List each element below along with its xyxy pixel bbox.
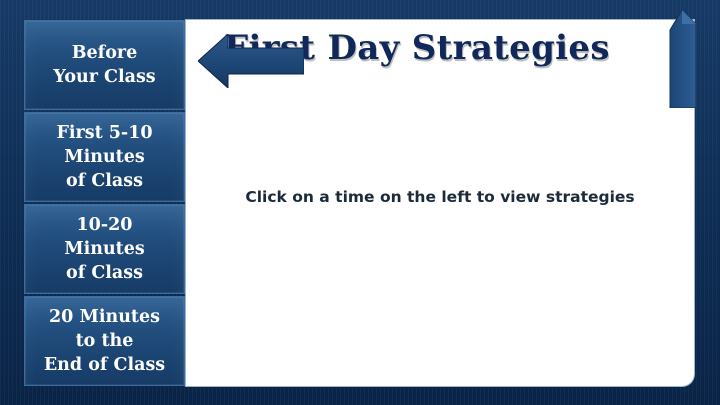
sidebar-item-20-minutes-to-end[interactable]: 20 Minutes to the End of Class	[24, 296, 185, 386]
instruction-text: Click on a time on the left to view stra…	[245, 188, 635, 206]
sidebar-item-10-20-minutes[interactable]: 10-20 Minutes of Class	[24, 204, 185, 294]
left-arrow-icon[interactable]	[198, 34, 304, 88]
slide: Before Your Class First 5-10 Minutes of …	[0, 0, 720, 405]
sidebar-item-first-5-10-minutes[interactable]: First 5-10 Minutes of Class	[24, 112, 185, 202]
page-curl-icon	[669, 10, 696, 108]
sidebar-nav: Before Your Class First 5-10 Minutes of …	[24, 20, 185, 386]
sidebar-item-before-your-class[interactable]: Before Your Class	[24, 20, 185, 110]
